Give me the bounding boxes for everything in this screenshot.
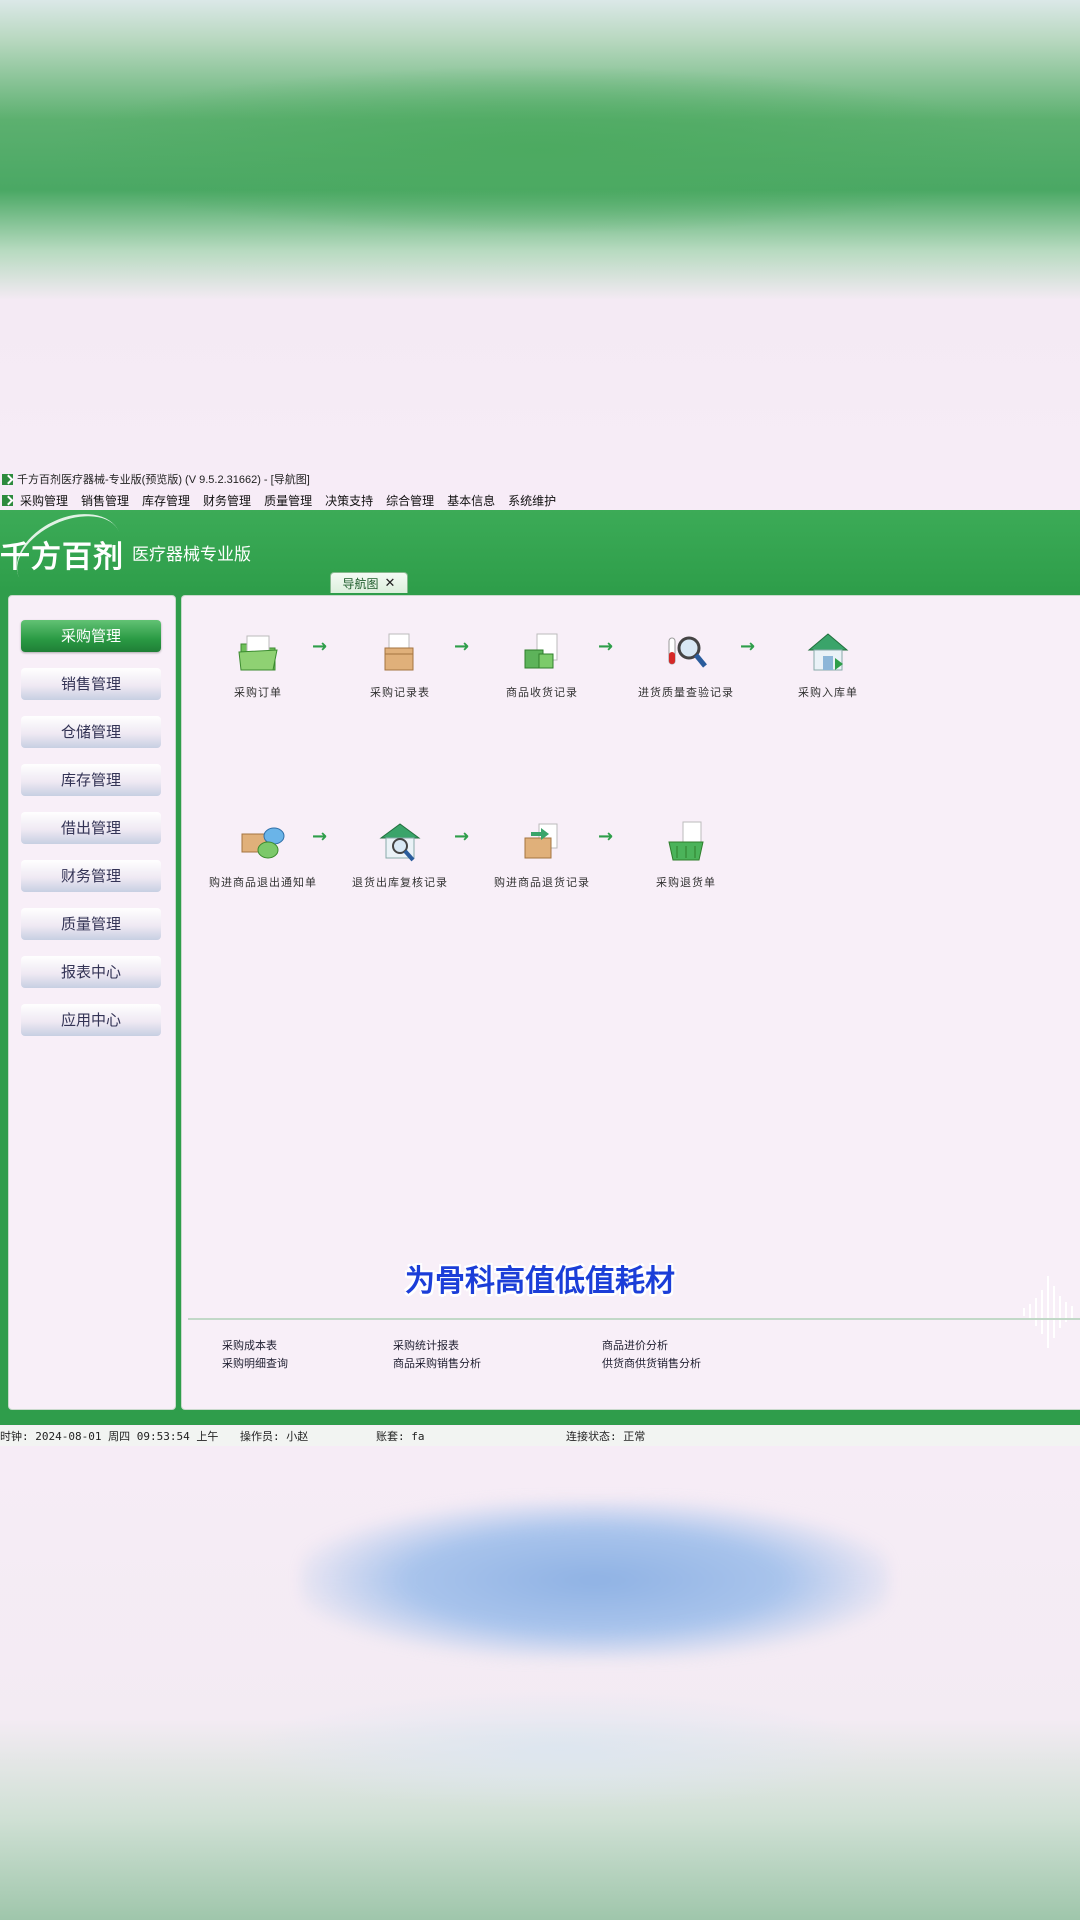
flow-arrow-icon: → xyxy=(598,826,614,847)
sidebar-item-apps[interactable]: 应用中心 xyxy=(21,1004,161,1036)
reports-divider xyxy=(188,1318,1080,1320)
flow-return-notice[interactable]: 购进商品退出通知单 xyxy=(203,820,323,890)
menu-sales[interactable]: 销售管理 xyxy=(81,492,129,509)
menu-system[interactable]: 系统维护 xyxy=(508,492,556,509)
flow-purchase-inbound[interactable]: 采购入库单 xyxy=(768,630,888,700)
flow-return-record[interactable]: 购进商品退货记录 xyxy=(482,820,602,890)
menu-general[interactable]: 综合管理 xyxy=(386,492,434,509)
menu-finance[interactable]: 财务管理 xyxy=(203,492,251,509)
video-subtitle: 为骨科高值低值耗材 xyxy=(405,1264,675,1299)
status-connection: 连接状态: 正常 xyxy=(566,1430,646,1443)
flow-purchase-return[interactable]: 采购退货单 xyxy=(626,820,746,890)
menu-purchase[interactable]: 采购管理 xyxy=(20,492,68,509)
brand-logo: 千方百剂 xyxy=(0,540,124,575)
box-icon xyxy=(375,630,425,674)
audio-wave-icon xyxy=(1023,1276,1073,1348)
folder-icon xyxy=(233,630,283,674)
flow-purchase-order[interactable]: 采购订单 xyxy=(198,630,318,700)
product-name: 医疗器械专业版 xyxy=(132,545,251,565)
flow-label: 购进商品退出通知单 xyxy=(209,876,317,889)
status-operator: 操作员: 小赵 xyxy=(240,1430,309,1443)
tab-navigation-map[interactable]: 导航图 ✕ xyxy=(330,572,408,593)
app-banner: 千方百剂 医疗器械专业版 xyxy=(0,498,1080,611)
report-link-purchase-stats[interactable]: 采购统计报表 xyxy=(393,1337,459,1353)
flow-arrow-icon: → xyxy=(598,636,614,657)
notify-icon xyxy=(238,820,288,864)
sidebar-item-inventory[interactable]: 库存管理 xyxy=(21,764,161,796)
warehouse-icon xyxy=(803,630,853,674)
menu-quality[interactable]: 质量管理 xyxy=(264,492,312,509)
flow-label: 采购入库单 xyxy=(798,686,858,699)
basket-icon xyxy=(661,820,711,864)
close-icon[interactable]: ✕ xyxy=(385,576,396,591)
menu-basic-info[interactable]: 基本信息 xyxy=(447,492,495,509)
flow-goods-receipt[interactable]: 商品收货记录 xyxy=(482,630,602,700)
blurred-blue-shape xyxy=(300,1500,890,1660)
flow-return-review[interactable]: 退货出库复核记录 xyxy=(340,820,460,890)
tab-label: 导航图 xyxy=(342,576,379,591)
sidebar-item-lending[interactable]: 借出管理 xyxy=(21,812,161,844)
blurred-background-top xyxy=(0,0,1080,470)
window-title: 千方百剂医疗器械-专业版(预览版) (V 9.5.2.31662) - [导航图… xyxy=(17,474,310,486)
flow-purchase-record[interactable]: 采购记录表 xyxy=(340,630,460,700)
flow-arrow-icon: → xyxy=(312,636,328,657)
menu-decision[interactable]: 决策支持 xyxy=(325,492,373,509)
flow-arrow-icon: → xyxy=(740,636,756,657)
flow-label: 进货质量查验记录 xyxy=(638,686,734,699)
report-link-purchase-cost[interactable]: 采购成本表 xyxy=(222,1337,277,1353)
flow-label: 采购记录表 xyxy=(370,686,430,699)
report-link-price-analysis[interactable]: 商品进价分析 xyxy=(602,1337,668,1353)
report-link-supplier-analysis[interactable]: 供货商供货销售分析 xyxy=(602,1355,701,1371)
menu-inventory[interactable]: 库存管理 xyxy=(142,492,190,509)
status-clock: 时钟: 2024-08-01 周四 09:53:54 上午 xyxy=(0,1430,219,1443)
magnifier-icon xyxy=(661,630,711,674)
flow-label: 退货出库复核记录 xyxy=(352,876,448,889)
flow-arrow-icon: → xyxy=(312,826,328,847)
report-link-purchase-detail[interactable]: 采购明细查询 xyxy=(222,1355,288,1371)
sidebar-item-reports[interactable]: 报表中心 xyxy=(21,956,161,988)
window-titlebar: 千方百剂医疗器械-专业版(预览版) (V 9.5.2.31662) - [导航图… xyxy=(0,470,1080,488)
sidebar-item-warehouse[interactable]: 仓储管理 xyxy=(21,716,161,748)
flow-quality-inspection[interactable]: 进货质量查验记录 xyxy=(626,630,746,700)
return-box-icon xyxy=(517,820,567,864)
status-account: 账套: fa xyxy=(376,1430,425,1443)
flow-label: 商品收货记录 xyxy=(506,686,578,699)
menu-bar: 采购管理 销售管理 库存管理 财务管理 质量管理 决策支持 综合管理 基本信息 … xyxy=(0,490,1080,510)
blurred-light-shape xyxy=(240,1690,880,1810)
app-menu-icon[interactable] xyxy=(2,494,13,506)
flow-label: 购进商品退货记录 xyxy=(494,876,590,889)
flow-label: 采购订单 xyxy=(234,686,282,699)
report-link-purchase-sales-analysis[interactable]: 商品采购销售分析 xyxy=(393,1355,481,1371)
review-icon xyxy=(375,820,425,864)
flow-arrow-icon: → xyxy=(454,826,470,847)
flow-label: 采购退货单 xyxy=(656,876,716,889)
receive-goods-icon xyxy=(517,630,567,674)
sidebar-item-sales[interactable]: 销售管理 xyxy=(21,668,161,700)
app-icon xyxy=(2,473,13,485)
flow-arrow-icon: → xyxy=(454,636,470,657)
sidebar-item-purchase[interactable]: 采购管理 xyxy=(21,620,161,652)
status-bar: 时钟: 2024-08-01 周四 09:53:54 上午 操作员: 小赵 账套… xyxy=(0,1426,1080,1446)
sidebar-item-quality[interactable]: 质量管理 xyxy=(21,908,161,940)
sidebar-item-finance[interactable]: 财务管理 xyxy=(21,860,161,892)
